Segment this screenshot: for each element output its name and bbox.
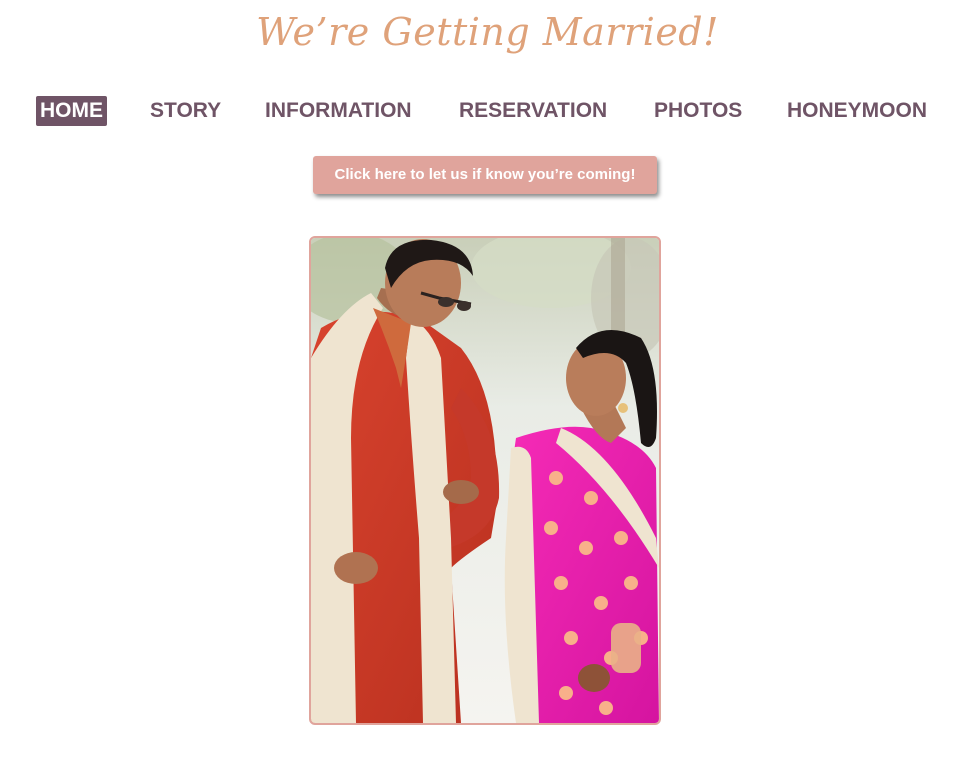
couple-photo-illustration (311, 238, 659, 723)
nav-item-home[interactable]: HOME (36, 96, 107, 126)
rsvp-button[interactable]: Click here to let us if know you’re comi… (313, 156, 657, 194)
nav-item-photos[interactable]: PHOTOS (650, 96, 746, 126)
page: We’re Getting Married! HOME STORY INFORM… (0, 0, 975, 763)
nav-item-reservation[interactable]: RESERVATION (455, 96, 611, 126)
couple-photo (309, 236, 661, 725)
site-title: We’re Getting Married! (256, 10, 719, 54)
nav-item-honeymoon[interactable]: HONEYMOON (783, 96, 931, 126)
main-nav: HOME STORY INFORMATION RESERVATION PHOTO… (0, 96, 975, 128)
nav-item-information[interactable]: INFORMATION (261, 96, 416, 126)
nav-item-story[interactable]: STORY (146, 96, 225, 126)
